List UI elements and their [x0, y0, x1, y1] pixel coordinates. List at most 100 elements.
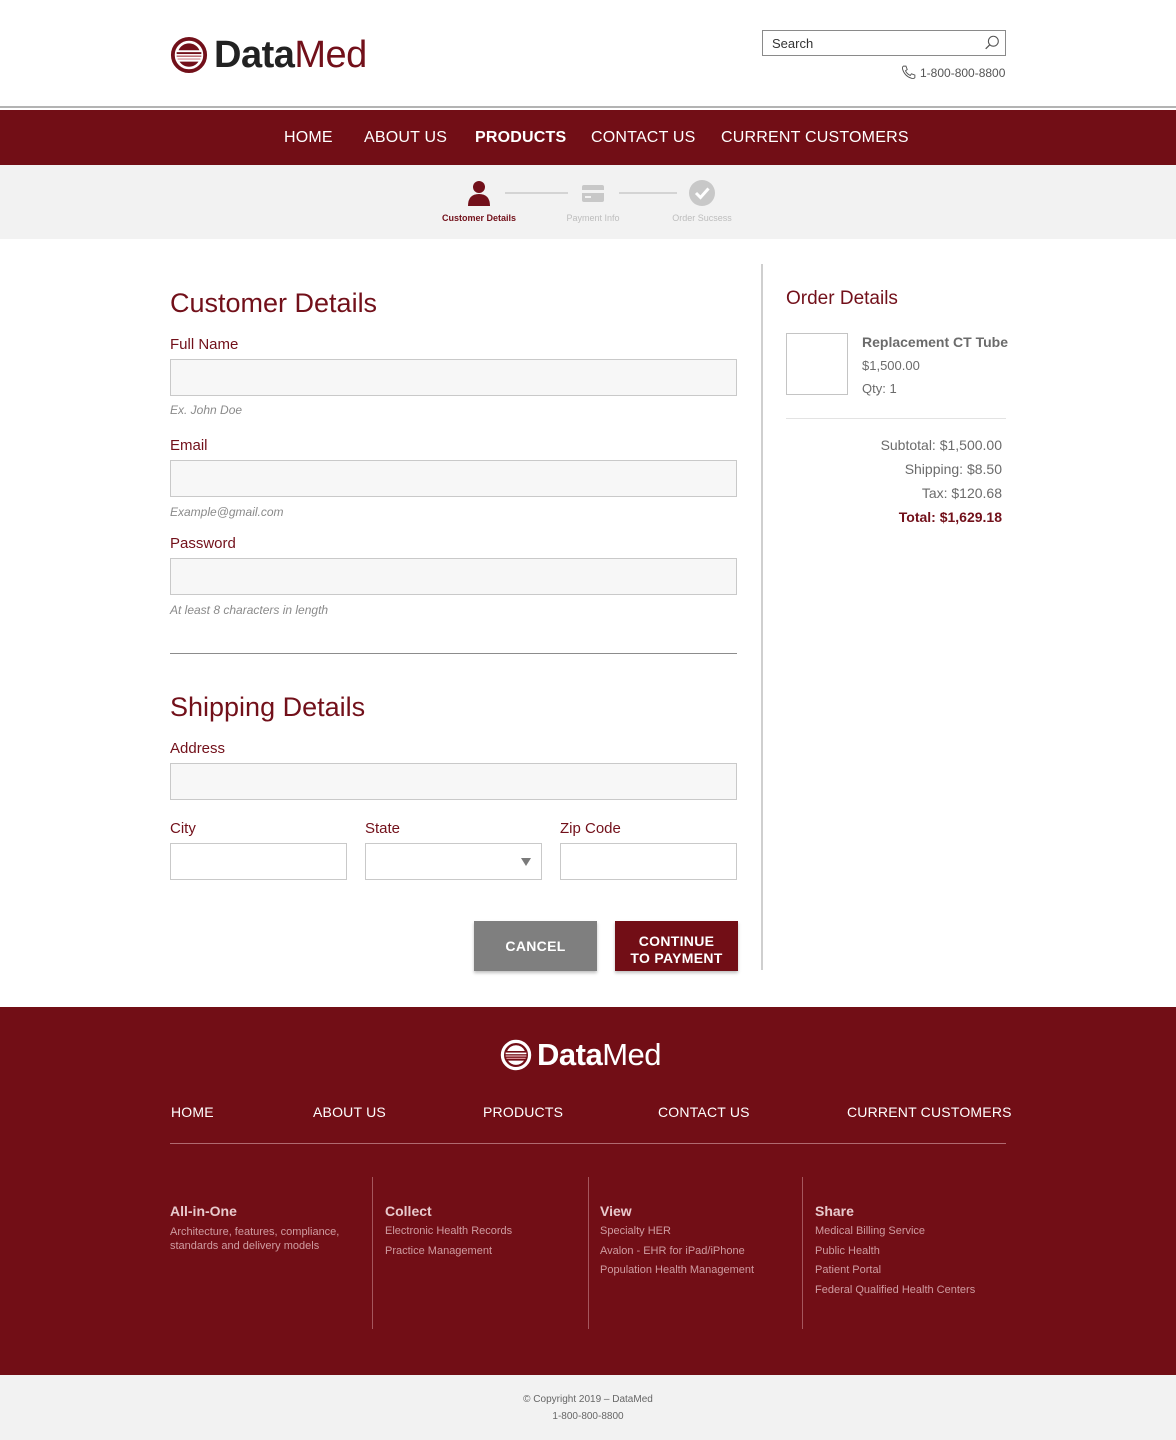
footer-nav-about-us[interactable]: ABOUT US: [313, 1104, 386, 1120]
footer-col-collect: Collect Electronic Health Records Practi…: [385, 1203, 512, 1264]
step-label: Order Sucsess: [672, 213, 732, 223]
footer-divider: [372, 1177, 373, 1329]
footer-link[interactable]: Specialty HER: [600, 1225, 754, 1238]
copyright-bar: © Copyright 2019 – DataMed 1-800-800-880…: [0, 1375, 1176, 1440]
address-field: [170, 763, 737, 800]
continue-to-payment-button[interactable]: CONTINUE TO PAYMENT: [615, 921, 738, 971]
footer-divider: [802, 1177, 803, 1329]
continue-label-line1: CONTINUE: [638, 933, 715, 949]
phone-number: 1-800-800-8800: [920, 65, 1006, 80]
zip-label: Zip Code: [560, 820, 621, 837]
email-field: [170, 460, 737, 497]
email-hint: Example@gmail.com: [170, 505, 284, 519]
main-nav: HOME ABOUT US PRODUCTS CONTACT US CURREN…: [0, 110, 1176, 165]
footer-nav-products[interactable]: PRODUCTS: [483, 1104, 563, 1120]
product-name: Replacement CT Tube: [862, 334, 1008, 350]
full-name-hint: Ex. John Doe: [170, 403, 243, 417]
city-label: City: [170, 820, 196, 837]
site-header: DataMed 1-800-800-8800: [0, 0, 1176, 108]
shipping-details-title: Shipping Details: [170, 692, 366, 722]
product-thumbnail: [786, 333, 848, 395]
header-phone[interactable]: 1-800-800-8800: [900, 64, 1005, 81]
footer-link[interactable]: Medical Billing Service: [815, 1225, 975, 1238]
footer-col-text: standards and delivery models: [170, 1240, 320, 1252]
brand-name-bold: Data: [214, 34, 295, 76]
phone-icon: [901, 65, 916, 80]
section-divider: [170, 653, 737, 654]
footer-col-title: All-in-One: [170, 1203, 237, 1219]
footer-divider: [588, 1177, 589, 1329]
column-divider: [761, 264, 763, 970]
continue-label-line2: TO PAYMENT: [630, 950, 723, 966]
footer-link[interactable]: Federal Qualified Health Centers: [815, 1284, 975, 1297]
nav-products[interactable]: PRODUCTS: [475, 129, 566, 147]
state-select[interactable]: [365, 843, 542, 880]
footer-link[interactable]: Avalon - EHR for iPad/iPhone: [600, 1245, 754, 1258]
footer-col-view: View Specialty HER Avalon - EHR for iPad…: [600, 1203, 754, 1284]
footer-col-title: Collect: [385, 1203, 432, 1219]
order-total: Total: $1,629.18: [898, 509, 1002, 525]
footer-brand-name: DataMed: [537, 1037, 662, 1072]
order-shipping: Shipping: $8.50: [904, 461, 1002, 477]
address-label: Address: [170, 740, 226, 757]
checkout-steps: Customer Details Payment Info Order Sucs…: [0, 165, 1176, 239]
search-box: [762, 30, 1006, 56]
address-input[interactable]: [171, 764, 736, 799]
order-tax: Tax: $120.68: [921, 485, 1002, 501]
product-price: $1,500.00: [862, 358, 920, 373]
chevron-down-icon: [521, 858, 531, 866]
footer-rule: [170, 1143, 1006, 1144]
brand-name-light: Med: [294, 34, 367, 76]
step-label: Customer Details: [441, 213, 517, 223]
check-circle-icon: [689, 180, 715, 206]
footer-col-title: Share: [815, 1203, 854, 1219]
footer-nav-home[interactable]: HOME: [171, 1104, 214, 1120]
product-qty: Qty: 1: [862, 381, 897, 396]
zip-input[interactable]: [561, 844, 736, 879]
full-name-field: [170, 359, 737, 396]
footer-link[interactable]: Public Health: [815, 1245, 975, 1258]
search-input[interactable]: [763, 31, 973, 55]
email-input[interactable]: [171, 461, 736, 496]
customer-details-title: Customer Details: [170, 288, 378, 318]
order-separator: [786, 418, 1006, 419]
password-input[interactable]: [171, 559, 736, 594]
nav-about-us[interactable]: ABOUT US: [364, 129, 447, 147]
search-icon[interactable]: [983, 34, 1001, 52]
zip-field: [560, 843, 737, 880]
step-connector: [619, 192, 677, 194]
footer-link[interactable]: Practice Management: [385, 1245, 512, 1258]
site-footer: DataMed HOME ABOUT US PRODUCTS CONTACT U…: [0, 1007, 1176, 1375]
footer-nav-current-customers[interactable]: CURRENT CUSTOMERS: [847, 1104, 1012, 1120]
order-details-title: Order Details: [786, 288, 898, 309]
footer-col-all-in-one: All-in-One Architecture, features, compl…: [170, 1203, 339, 1253]
footer-nav-contact-us[interactable]: CONTACT US: [658, 1104, 750, 1120]
cancel-button[interactable]: CANCEL: [474, 921, 597, 971]
brand-name-bold: Data: [537, 1037, 603, 1072]
footer-col-share: Share Medical Billing Service Public Hea…: [815, 1203, 975, 1303]
nav-contact-us[interactable]: CONTACT US: [591, 129, 696, 147]
footer-col-text: Architecture, features, compliance,: [170, 1226, 340, 1238]
full-name-input[interactable]: [171, 360, 736, 395]
password-label: Password: [170, 535, 236, 552]
step-connector: [505, 192, 568, 194]
city-input[interactable]: [171, 844, 346, 879]
footer-col-title: View: [600, 1203, 632, 1219]
credit-card-icon: [582, 185, 604, 202]
footer-logo[interactable]: DataMed: [500, 1037, 662, 1072]
footer-link[interactable]: Patient Portal: [815, 1264, 975, 1277]
nav-current-customers[interactable]: CURRENT CUSTOMERS: [721, 129, 909, 147]
full-name-label: Full Name: [170, 336, 239, 353]
copyright-text: © Copyright 2019 – DataMed: [523, 1394, 653, 1405]
password-hint: At least 8 characters in length: [170, 603, 329, 617]
datamed-logo-icon: [500, 1039, 532, 1071]
footer-link[interactable]: Population Health Management: [600, 1264, 754, 1277]
person-icon: [468, 181, 490, 206]
footer-link[interactable]: Electronic Health Records: [385, 1225, 512, 1238]
brand-name: DataMed: [214, 36, 367, 74]
state-label: State: [365, 820, 401, 837]
email-label: Email: [170, 437, 208, 454]
password-field: [170, 558, 737, 595]
nav-home[interactable]: HOME: [284, 129, 333, 147]
brand-logo[interactable]: DataMed: [170, 36, 367, 74]
